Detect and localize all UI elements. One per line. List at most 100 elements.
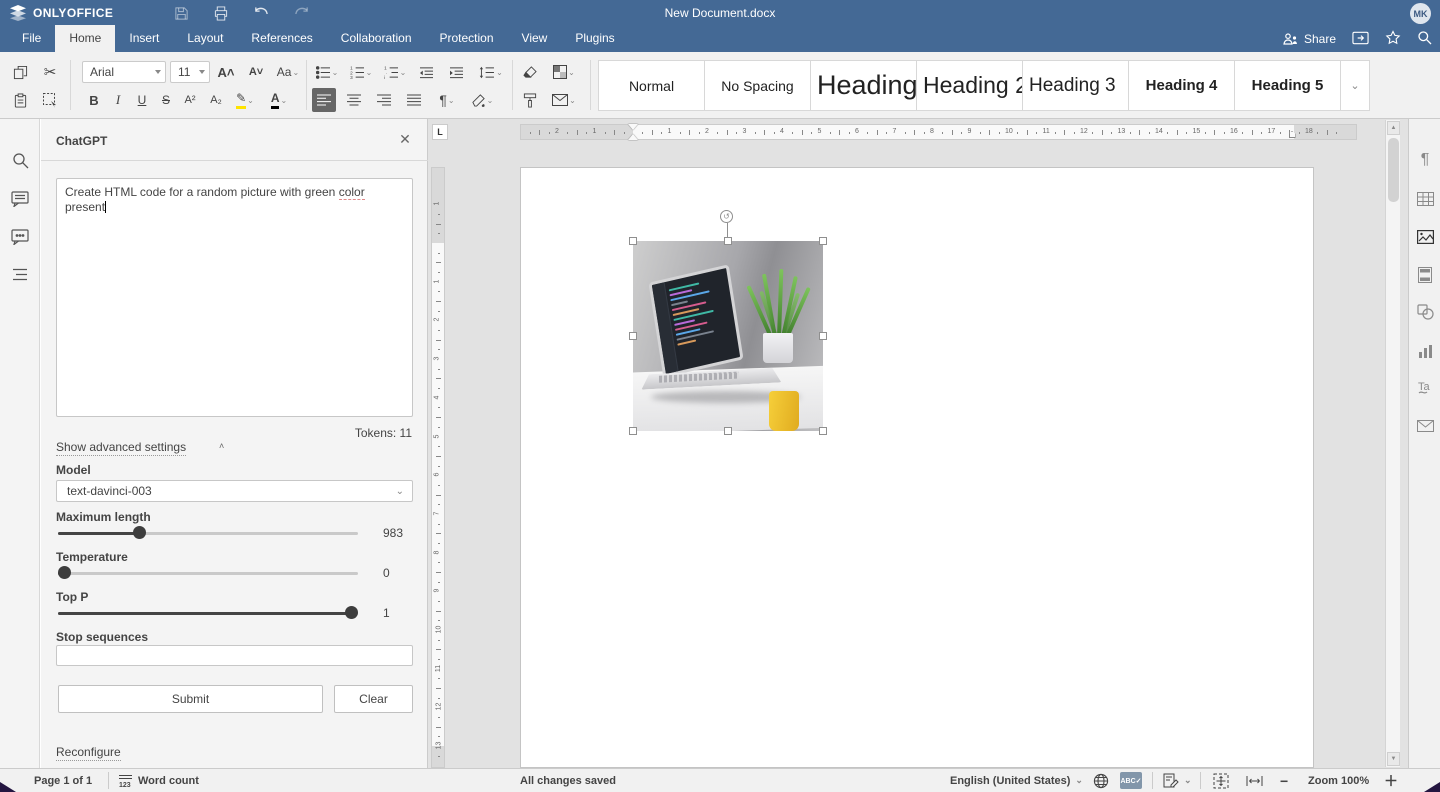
vertical-ruler[interactable]: 112345678910111213 <box>431 167 445 768</box>
decrease-indent-button[interactable] <box>414 60 438 84</box>
inline-image-laptop-photo[interactable] <box>633 241 823 431</box>
underline-button[interactable]: U <box>130 88 154 112</box>
paragraph-settings-icon[interactable]: ¶ <box>1414 149 1436 171</box>
align-right-button[interactable] <box>372 88 396 112</box>
shape-settings-icon[interactable] <box>1414 301 1436 323</box>
cut-button[interactable]: ✂ <box>38 60 62 84</box>
mail-merge-button[interactable]: ⌄ <box>548 88 580 112</box>
search-icon[interactable] <box>9 149 31 171</box>
fit-page-button[interactable] <box>1213 769 1229 792</box>
tab-references[interactable]: References <box>237 25 326 52</box>
document-editing-area[interactable]: L 21123456789101112131415161718 11234567… <box>428 119 1408 768</box>
resize-handle-bottom-right[interactable] <box>819 427 827 435</box>
justify-button[interactable] <box>402 88 426 112</box>
prompt-textarea[interactable]: Create HTML code for a random picture wi… <box>56 178 413 417</box>
copy-style-button[interactable] <box>518 88 542 112</box>
document-language-select[interactable]: English (United States) ⌄ <box>950 769 1083 792</box>
undo-button[interactable] <box>250 4 272 22</box>
style-heading-4[interactable]: Heading 4 <box>1129 61 1235 110</box>
mail-merge-icon[interactable] <box>1414 415 1436 437</box>
tab-home[interactable]: Home <box>55 25 115 52</box>
search-button[interactable] <box>1417 30 1432 48</box>
top-p-slider[interactable] <box>58 606 358 620</box>
horizontal-ruler[interactable]: 21123456789101112131415161718 <box>520 124 1357 140</box>
rotation-handle[interactable]: ↺ <box>720 210 733 223</box>
zoom-in-button[interactable]: ＋ <box>1384 769 1398 792</box>
image-settings-icon[interactable] <box>1414 226 1436 248</box>
open-file-location-button[interactable] <box>1352 31 1369 48</box>
superscript-button[interactable]: A² <box>178 88 202 112</box>
font-color-button[interactable]: A⌄ <box>264 88 294 112</box>
style-heading-5[interactable]: Heading 5 <box>1235 61 1341 110</box>
resize-handle-middle-right[interactable] <box>819 332 827 340</box>
text-art-icon[interactable]: Ta <box>1414 377 1436 399</box>
resize-handle-top-left[interactable] <box>629 237 637 245</box>
nonprinting-characters-button[interactable]: ¶⌄ <box>432 88 462 112</box>
resize-handle-bottom-left[interactable] <box>629 427 637 435</box>
increase-font-size-button[interactable]: A˄ <box>214 60 238 84</box>
tab-stop-selector[interactable]: L <box>432 124 448 140</box>
spell-check-button[interactable]: ABC✓ <box>1120 769 1142 792</box>
reconfigure-link[interactable]: Reconfigure <box>56 745 121 761</box>
clear-style-button[interactable] <box>518 60 542 84</box>
resize-handle-top-right[interactable] <box>819 237 827 245</box>
style-heading-3[interactable]: Heading 3 <box>1023 61 1129 110</box>
track-changes-button[interactable]: ⌄ <box>1163 769 1192 792</box>
multilevel-list-button[interactable]: 1·i⌄ <box>380 60 410 84</box>
submit-button[interactable]: Submit <box>58 685 323 713</box>
line-spacing-button[interactable]: ⌄ <box>474 60 508 84</box>
tab-protection[interactable]: Protection <box>426 25 508 52</box>
resize-handle-top-center[interactable] <box>724 237 732 245</box>
temperature-slider[interactable] <box>58 566 358 580</box>
tab-insert[interactable]: Insert <box>115 25 173 52</box>
zoom-out-button[interactable]: − <box>1280 769 1288 792</box>
model-select[interactable]: text-davinci-003⌄ <box>56 480 413 502</box>
close-panel-button[interactable]: ✕ <box>398 132 412 146</box>
scrollbar-thumb[interactable] <box>1388 138 1399 202</box>
max-length-slider[interactable] <box>58 526 358 540</box>
font-size-select[interactable]: 11 <box>170 61 210 83</box>
scroll-up-button[interactable]: ▲ <box>1387 121 1400 135</box>
comments-icon[interactable] <box>9 188 31 210</box>
table-shading-button[interactable]: ⌄ <box>548 60 580 84</box>
select-all-button[interactable] <box>38 88 62 112</box>
tab-layout[interactable]: Layout <box>173 25 237 52</box>
print-button[interactable] <box>210 4 232 22</box>
redo-button[interactable] <box>290 4 312 22</box>
word-count-button[interactable]: 123 Word count <box>118 769 199 792</box>
user-avatar[interactable]: MK <box>1410 3 1431 24</box>
align-center-button[interactable] <box>342 88 366 112</box>
table-settings-icon[interactable] <box>1414 188 1436 210</box>
resize-handle-bottom-center[interactable] <box>724 427 732 435</box>
scroll-down-button[interactable]: ▼ <box>1387 752 1400 766</box>
chart-settings-icon[interactable] <box>1414 340 1436 362</box>
tab-view[interactable]: View <box>508 25 562 52</box>
fit-width-button[interactable] <box>1246 769 1263 792</box>
change-case-button[interactable]: Aa⌄ <box>272 60 304 84</box>
style-normal[interactable]: Normal <box>599 61 705 110</box>
share-button[interactable]: Share <box>1283 32 1336 46</box>
style-no-spacing[interactable]: No Spacing <box>705 61 811 110</box>
zoom-level-indicator[interactable]: Zoom 100% <box>1308 769 1369 792</box>
chat-icon[interactable] <box>9 226 31 248</box>
save-button[interactable] <box>170 4 192 22</box>
style-gallery-expand-button[interactable]: ⌄ <box>1341 61 1369 110</box>
vertical-scrollbar[interactable]: ▲ ▼ <box>1385 120 1400 767</box>
tab-plugins[interactable]: Plugins <box>561 25 628 52</box>
paragraph-shading-button[interactable]: ⌄ <box>466 88 498 112</box>
clear-button[interactable]: Clear <box>334 685 413 713</box>
font-name-select[interactable]: Arial <box>82 61 166 83</box>
style-heading-1[interactable]: Heading 1 <box>811 61 917 110</box>
italic-button[interactable]: I <box>106 88 130 112</box>
style-heading-2[interactable]: Heading 2 <box>917 61 1023 110</box>
stop-sequences-input[interactable] <box>56 645 413 666</box>
resize-handle-middle-left[interactable] <box>629 332 637 340</box>
decrease-font-size-button[interactable]: A˅ <box>244 60 268 84</box>
advanced-settings-toggle[interactable]: Show advanced settings <box>56 440 186 456</box>
highlight-color-button[interactable]: ✎⌄ <box>230 88 260 112</box>
navigation-icon[interactable] <box>9 263 31 285</box>
paste-button[interactable] <box>8 88 32 112</box>
copy-button[interactable] <box>8 60 32 84</box>
increase-indent-button[interactable] <box>444 60 468 84</box>
tab-collaboration[interactable]: Collaboration <box>327 25 426 52</box>
